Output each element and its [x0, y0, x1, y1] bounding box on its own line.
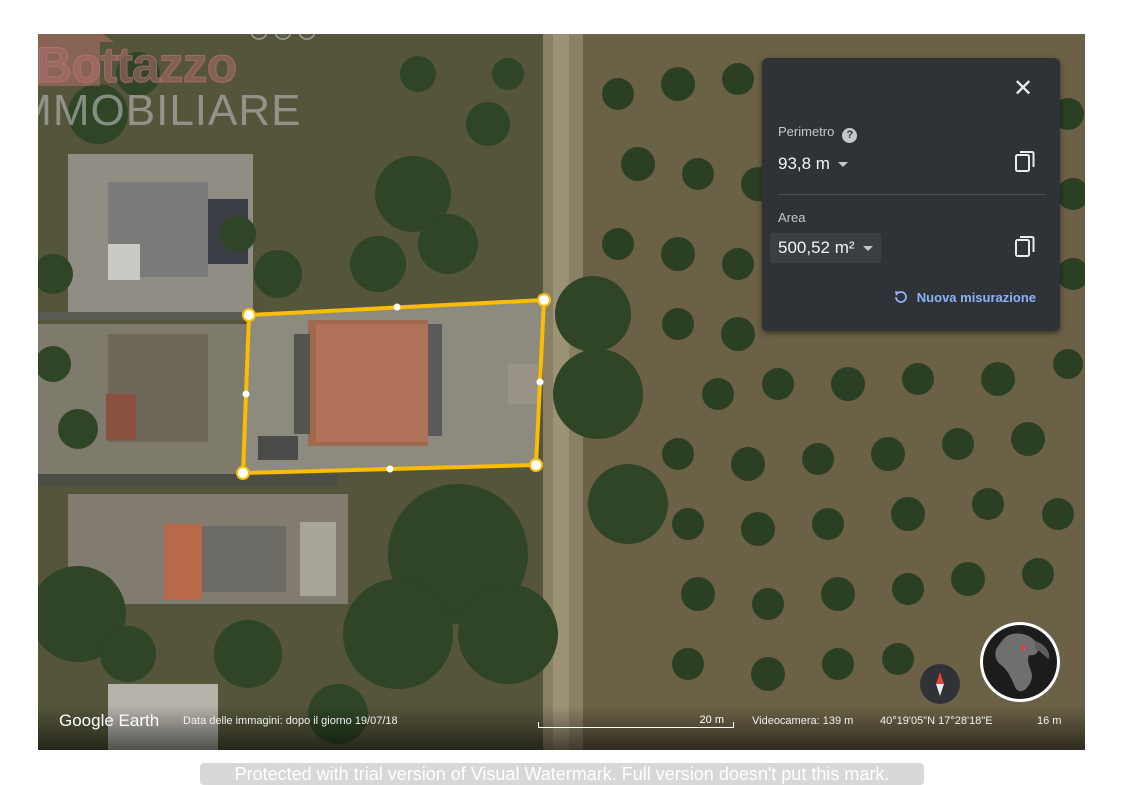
polygon-vertex[interactable]	[242, 308, 256, 322]
compass-needle-icon	[936, 672, 944, 696]
scale-bar: 20 m	[538, 712, 734, 728]
coordinates: 40°19'05"N 17°28'18"E	[880, 715, 993, 727]
perimeter-value: 93,8 m	[778, 154, 830, 173]
polygon-midpoint[interactable]	[393, 303, 401, 311]
perimeter-unit-dropdown[interactable]: 93,8 m	[778, 154, 848, 174]
area-unit-dropdown[interactable]: 500,52 m²	[770, 233, 881, 263]
new-measurement-button[interactable]: Nuova misurazione	[893, 289, 1036, 305]
refresh-icon	[894, 291, 907, 303]
globe-icon	[980, 622, 1060, 702]
polygon-midpoint[interactable]	[386, 465, 394, 473]
chevron-down-icon	[837, 161, 848, 167]
polygon-midpoint[interactable]	[536, 378, 544, 386]
perimeter-label-row: Perimetro?	[778, 124, 858, 143]
panel-divider	[778, 194, 1046, 195]
area-label: Area	[778, 210, 806, 225]
copy-area-icon[interactable]	[1014, 235, 1036, 259]
polygon-vertex[interactable]	[529, 458, 543, 472]
copy-perimeter-icon[interactable]	[1014, 150, 1036, 174]
chevron-down-icon	[862, 245, 873, 251]
trial-watermark-banner: Protected with trial version of Visual W…	[200, 763, 924, 785]
new-measurement-label: Nuova misurazione	[916, 289, 1036, 305]
globe-button[interactable]	[979, 621, 1061, 703]
camera-altitude: Videocamera: 139 m	[752, 715, 854, 727]
polygon-midpoint[interactable]	[242, 390, 250, 398]
status-bar: Google Earth Data delle immagini: dopo i…	[38, 706, 1085, 750]
close-icon[interactable]: ✕	[1010, 76, 1036, 102]
google-earth-logo: Google Earth	[59, 711, 160, 730]
image-date: Data delle immagini: dopo il giorno 19/0…	[183, 715, 398, 727]
zoom-level: 16 m	[1037, 715, 1062, 727]
compass-button[interactable]	[920, 664, 960, 704]
polygon-vertex[interactable]	[537, 293, 551, 307]
measure-panel: ✕ Perimetro? 93,8 m Area 500,52 m² Nuova…	[762, 58, 1060, 331]
scale-label: 20 m	[699, 714, 724, 726]
perimeter-label: Perimetro	[778, 124, 835, 139]
polygon-vertex[interactable]	[236, 466, 250, 480]
help-icon[interactable]: ?	[842, 128, 858, 143]
area-value: 500,52 m²	[778, 238, 855, 257]
